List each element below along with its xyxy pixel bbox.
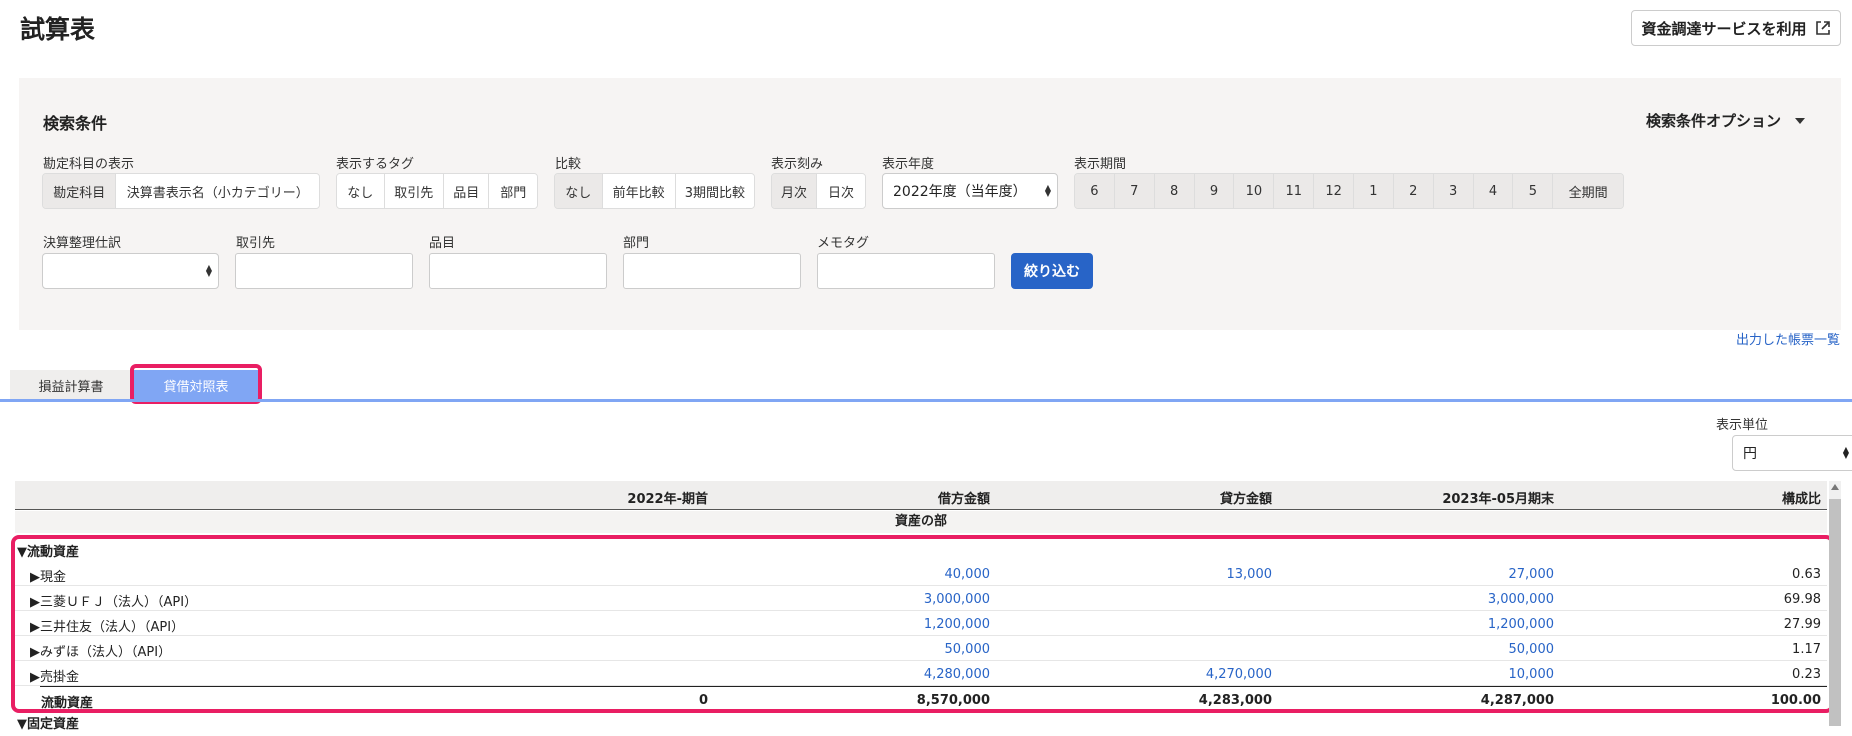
- scroll-up-arrow-icon[interactable]: [1831, 484, 1839, 490]
- unit-label: 表示単位: [1716, 418, 1769, 433]
- granularity-option-daily[interactable]: 日次: [817, 174, 865, 208]
- period-option[interactable]: 3: [1433, 174, 1474, 208]
- period-toggle: 6 7 8 9 10 11 12 1 2 3 4 5 全期間: [1074, 173, 1624, 209]
- table-header: 2022年-期首 借方金額 貸方金額 2023年-05月期末 構成比: [15, 481, 1827, 510]
- partner-input[interactable]: [235, 253, 413, 289]
- adjusting-select[interactable]: ▲ ▼: [42, 253, 219, 289]
- granularity-toggle: 月次 日次: [771, 173, 866, 209]
- period-option-all[interactable]: 全期間: [1553, 174, 1623, 208]
- tags-toggle: なし 取引先 品目 部門: [336, 173, 538, 209]
- fiscal-year-label: 表示年度: [882, 157, 935, 172]
- item-input[interactable]: [429, 253, 607, 289]
- department-label: 部門: [623, 236, 650, 251]
- caret-down-icon: [1795, 117, 1805, 124]
- tab-highlight-annotation: [130, 364, 262, 404]
- tab-underline: [0, 399, 1852, 402]
- compare-option-none[interactable]: なし: [555, 174, 603, 208]
- period-option[interactable]: 9: [1194, 174, 1235, 208]
- partner-label: 取引先: [236, 236, 276, 251]
- account-display-label: 勘定科目の表示: [43, 157, 135, 172]
- department-input[interactable]: [623, 253, 801, 289]
- period-option[interactable]: 7: [1114, 174, 1155, 208]
- fiscal-year-select[interactable]: 2022年度（当年度） ▲ ▼: [882, 173, 1058, 209]
- tag-option-item[interactable]: 品目: [443, 174, 490, 208]
- table-scrollbar-thumb[interactable]: [1829, 499, 1841, 726]
- select-arrows-icon: ▲ ▼: [205, 263, 212, 278]
- fiscal-year-value: 2022年度（当年度）: [893, 184, 1027, 200]
- period-label: 表示期間: [1074, 157, 1127, 172]
- select-arrows-icon: ▲ ▼: [1044, 183, 1051, 198]
- search-options-toggle[interactable]: 検索条件オプション: [1646, 110, 1805, 131]
- column-header-debit: 借方金額: [937, 492, 990, 507]
- column-header-ratio: 構成比: [1781, 492, 1821, 507]
- period-option[interactable]: 2: [1393, 174, 1434, 208]
- compare-label: 比較: [555, 157, 582, 172]
- current-assets-highlight-annotation: [11, 535, 1834, 713]
- period-option[interactable]: 12: [1314, 174, 1355, 208]
- granularity-label: 表示刻み: [771, 157, 824, 172]
- compare-option-prev-year[interactable]: 前年比較: [602, 174, 676, 208]
- group-row[interactable]: ▼固定資産: [15, 711, 1827, 736]
- column-header-closing: 2023年-05月期末: [1442, 492, 1554, 507]
- granularity-option-monthly[interactable]: 月次: [772, 174, 818, 208]
- column-header-credit: 貸方金額: [1219, 492, 1272, 507]
- search-options-label: 検索条件オプション: [1645, 112, 1781, 130]
- account-display-option-account[interactable]: 勘定科目: [43, 174, 117, 208]
- memo-tag-label: メモタグ: [817, 236, 870, 251]
- unit-value: 円: [1743, 446, 1757, 462]
- fund-service-button[interactable]: 資金調達サービスを利用: [1631, 10, 1841, 46]
- column-header-opening: 2022年-期首: [627, 492, 708, 507]
- account-display-option-statement[interactable]: 決算書表示名（小カテゴリー）: [116, 174, 319, 208]
- compare-option-3-periods[interactable]: 3期間比較: [675, 174, 754, 208]
- tag-option-partner[interactable]: 取引先: [384, 174, 444, 208]
- tag-option-none[interactable]: なし: [337, 174, 385, 208]
- period-option[interactable]: 11: [1274, 174, 1315, 208]
- period-option[interactable]: 4: [1473, 174, 1514, 208]
- filter-button[interactable]: 絞り込む: [1011, 253, 1093, 289]
- period-option[interactable]: 8: [1154, 174, 1195, 208]
- tab-income-statement[interactable]: 損益計算書: [10, 370, 132, 400]
- page-title: 試算表: [20, 15, 96, 44]
- tags-label: 表示するタグ: [336, 157, 415, 172]
- fund-service-label: 資金調達サービスを利用: [1641, 19, 1807, 38]
- group-label: ▼固定資産: [17, 717, 79, 732]
- memo-tag-input[interactable]: [817, 253, 995, 289]
- compare-toggle: なし 前年比較 3期間比較: [554, 173, 755, 209]
- account-display-toggle: 勘定科目 決算書表示名（小カテゴリー）: [42, 173, 320, 209]
- select-arrows-icon: ▲ ▼: [1842, 445, 1849, 460]
- search-panel-title: 検索条件: [43, 114, 108, 133]
- tag-option-department[interactable]: 部門: [489, 174, 537, 208]
- output-reports-link[interactable]: 出力した帳票一覧: [1736, 329, 1840, 348]
- section-title: 資産の部: [15, 511, 1827, 533]
- period-option[interactable]: 6: [1075, 174, 1115, 208]
- adjusting-label: 決算整理仕訳: [43, 236, 122, 251]
- unit-select[interactable]: 円 ▲ ▼: [1732, 435, 1852, 471]
- period-option[interactable]: 5: [1513, 174, 1554, 208]
- period-option[interactable]: 10: [1234, 174, 1275, 208]
- external-link-icon: [1815, 21, 1830, 35]
- period-option[interactable]: 1: [1354, 174, 1394, 208]
- item-label: 品目: [429, 236, 456, 251]
